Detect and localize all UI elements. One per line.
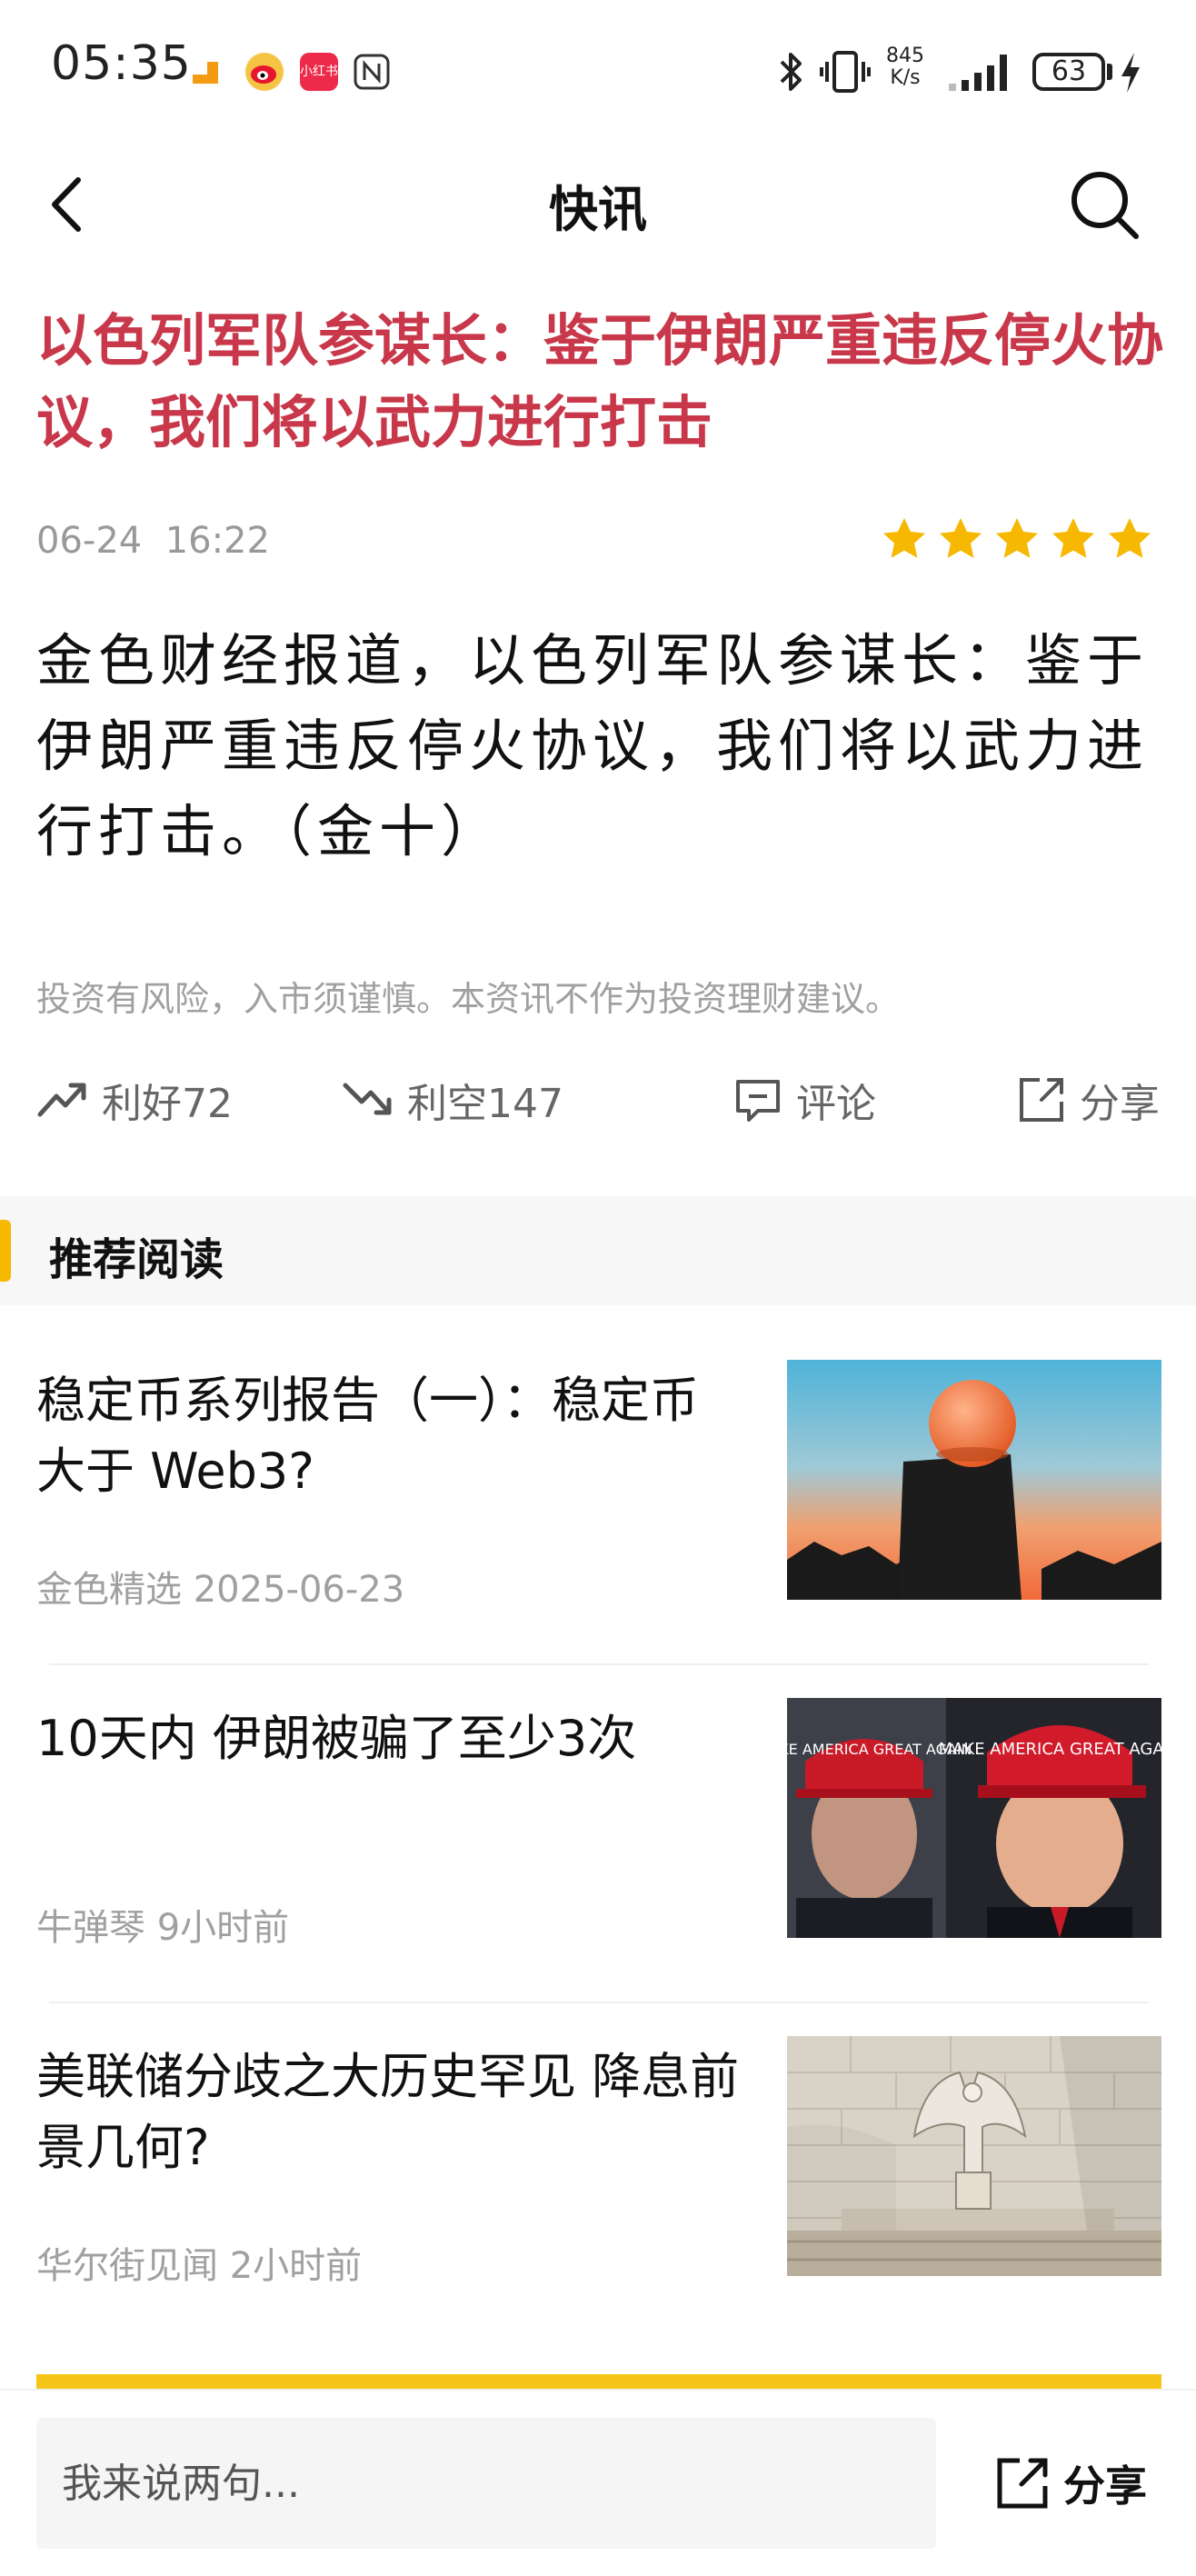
news-thumbnail-coin xyxy=(787,1360,1161,1600)
bottom-bar: 分享 xyxy=(0,2389,1196,2576)
bullish-button[interactable]: 利好72 xyxy=(36,1063,233,1136)
network-speed-unit: K/s xyxy=(890,66,921,89)
news-time: 9小时前 xyxy=(156,1907,290,1949)
article-date: 06-24 xyxy=(36,520,143,562)
news-time: 2025-06-23 xyxy=(193,1569,405,1611)
network-speed: 845 K/s xyxy=(886,45,924,89)
news-source: 金色精选 xyxy=(36,1569,182,1611)
news-meta: 金色精选 2025-06-23 xyxy=(36,1560,404,1612)
cap-text-right: MAKE AMERICA GREAT AGAIN xyxy=(939,1740,1161,1759)
battery-indicator: 63 xyxy=(1032,53,1105,91)
search-icon xyxy=(1071,172,1139,239)
vibrate-icon xyxy=(820,51,871,93)
share-icon xyxy=(997,2458,1048,2509)
risk-disclaimer: 投资有风险，入市须谨慎。本资讯不作为投资理财建议。 xyxy=(36,979,901,1019)
recommended-section-header: 推荐阅读 xyxy=(0,1196,1196,1305)
importance-rating xyxy=(880,514,1154,569)
search-button[interactable] xyxy=(1063,164,1145,245)
news-time: 2小时前 xyxy=(229,2245,363,2287)
news-title: 美联储分歧之大历史罕见 降息前景几何? xyxy=(36,2048,740,2176)
star-icon xyxy=(940,518,982,558)
share-label: 分享 xyxy=(1080,1081,1160,1127)
signal-icon xyxy=(949,55,1007,91)
article-time: 16:22 xyxy=(164,520,270,562)
bluetooth-icon xyxy=(780,53,802,91)
charging-icon xyxy=(1121,53,1140,93)
bullish-label: 利好72 xyxy=(102,1081,233,1127)
trending-down-icon xyxy=(343,1083,392,1115)
article-headline: 以色列军队参谋长：鉴于伊朗严重违反停火协议，我们将以武力进行打击 xyxy=(36,307,1164,455)
article-body: 金色财经报道，以色列军队参谋长：鉴于伊朗严重违反停火协议，我们将以武力进行打击。… xyxy=(36,627,1150,864)
network-speed-value: 845 xyxy=(886,45,924,67)
bottom-share-label: 分享 xyxy=(1063,2461,1147,2511)
share-button[interactable]: 分享 xyxy=(1014,1063,1160,1136)
news-source: 牛弹琴 xyxy=(36,1907,145,1949)
comment-icon xyxy=(736,1080,780,1122)
news-meta: 华尔街见闻 2小时前 xyxy=(36,2236,362,2289)
news-source: 华尔街见闻 xyxy=(36,2245,218,2287)
news-title: 稳定币系列报告（一）：稳定币大于 Web3? xyxy=(36,1372,699,1500)
status-time: 05:35 xyxy=(51,36,192,91)
section-accent-bar xyxy=(0,1220,11,1282)
star-icon xyxy=(996,518,1038,558)
star-icon xyxy=(1052,518,1094,558)
xiaohongshu-icon: 小红书 xyxy=(300,53,338,91)
recommended-title: 推荐阅读 xyxy=(49,1234,224,1285)
comment-label: 评论 xyxy=(796,1081,876,1127)
news-thumbnail-red-caps: MAKE AMERICA GREAT AGAIN MAKE AMERICA GR… xyxy=(787,1698,1161,1938)
share-icon xyxy=(1020,1078,1063,1122)
bottom-share-button[interactable]: 分享 xyxy=(991,2445,1147,2521)
star-icon xyxy=(1109,518,1151,558)
news-meta: 牛弹琴 9小时前 xyxy=(36,1898,289,1951)
news-list-item[interactable]: 10天内 伊朗被骗了至少3次 牛弹琴 9小时前 MAKE AMERICA GRE… xyxy=(0,1665,1196,2003)
news-title: 10天内 伊朗被骗了至少3次 xyxy=(36,1710,637,1767)
star-icon xyxy=(883,518,925,558)
comment-button[interactable]: 评论 xyxy=(731,1063,876,1136)
orange-app-icon xyxy=(193,62,218,84)
page-title: 快讯 xyxy=(549,181,647,238)
bearish-label: 利空147 xyxy=(407,1081,563,1127)
status-bar: 05:35 小红书 845 K/s 63 xyxy=(0,0,1196,136)
article-timestamp: 06-24 16:22 xyxy=(36,520,270,562)
news-thumbnail-eagle xyxy=(787,2036,1161,2276)
bearish-button[interactable]: 利空147 xyxy=(342,1063,563,1136)
top-nav: 快讯 xyxy=(0,136,1196,273)
trending-up-icon xyxy=(37,1083,86,1117)
news-list-item[interactable]: 美联储分歧之大历史罕见 降息前景几何? 华尔街见闻 2小时前 xyxy=(0,2003,1196,2341)
article-actions: 利好72 利空147 评论 分享 xyxy=(0,1063,1196,1136)
news-list-item[interactable]: 稳定币系列报告（一）：稳定币大于 Web3? 金色精选 2025-06-23 xyxy=(0,1327,1196,1665)
comment-input[interactable] xyxy=(36,2418,936,2549)
nfc-icon xyxy=(354,54,390,90)
weibo-icon xyxy=(245,53,284,91)
battery-tip xyxy=(1107,64,1112,80)
